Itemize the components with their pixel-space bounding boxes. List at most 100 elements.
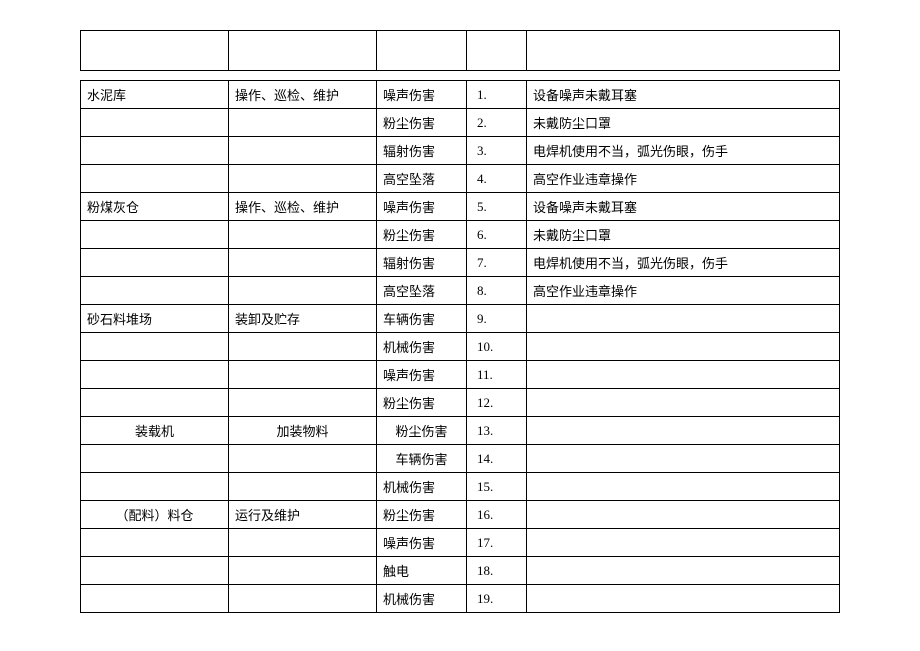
header-row bbox=[81, 31, 840, 71]
header-cell bbox=[81, 31, 229, 71]
cell-num: 9. bbox=[467, 305, 527, 333]
cell-num: 8. bbox=[467, 277, 527, 305]
cell-loc bbox=[81, 557, 229, 585]
header-cell bbox=[527, 31, 840, 71]
cell-desc bbox=[527, 501, 840, 529]
cell-desc: 未戴防尘口罩 bbox=[527, 109, 840, 137]
cell-act bbox=[229, 249, 377, 277]
cell-loc bbox=[81, 473, 229, 501]
cell-haz: 噪声伤害 bbox=[377, 361, 467, 389]
cell-loc bbox=[81, 249, 229, 277]
cell-act bbox=[229, 333, 377, 361]
cell-haz: 粉尘伤害 bbox=[377, 417, 467, 445]
cell-desc bbox=[527, 585, 840, 613]
cell-num: 3. bbox=[467, 137, 527, 165]
cell-num: 2. bbox=[467, 109, 527, 137]
cell-loc: 装载机 bbox=[81, 417, 229, 445]
cell-loc: 水泥库 bbox=[81, 81, 229, 109]
cell-haz: 车辆伤害 bbox=[377, 445, 467, 473]
cell-loc bbox=[81, 529, 229, 557]
cell-act bbox=[229, 529, 377, 557]
cell-act bbox=[229, 277, 377, 305]
cell-haz: 噪声伤害 bbox=[377, 81, 467, 109]
table-row: 触电18. bbox=[81, 557, 840, 585]
cell-act bbox=[229, 445, 377, 473]
table-row: 车辆伤害14. bbox=[81, 445, 840, 473]
cell-desc: 高空作业违章操作 bbox=[527, 165, 840, 193]
cell-haz: 粉尘伤害 bbox=[377, 501, 467, 529]
cell-loc bbox=[81, 137, 229, 165]
cell-haz: 辐射伤害 bbox=[377, 137, 467, 165]
cell-num: 1. bbox=[467, 81, 527, 109]
cell-desc bbox=[527, 417, 840, 445]
table-row: 辐射伤害7.电焊机使用不当，弧光伤眼，伤手 bbox=[81, 249, 840, 277]
cell-loc bbox=[81, 445, 229, 473]
document-table-container: 水泥库操作、巡检、维护噪声伤害1.设备噪声未戴耳塞粉尘伤害2.未戴防尘口罩辐射伤… bbox=[80, 30, 840, 613]
table-row: 噪声伤害17. bbox=[81, 529, 840, 557]
table-row: 粉尘伤害12. bbox=[81, 389, 840, 417]
cell-desc bbox=[527, 473, 840, 501]
cell-desc bbox=[527, 333, 840, 361]
cell-loc bbox=[81, 389, 229, 417]
table-row: （配料）料仓运行及维护粉尘伤害16. bbox=[81, 501, 840, 529]
cell-act: 运行及维护 bbox=[229, 501, 377, 529]
cell-act bbox=[229, 361, 377, 389]
cell-loc: 粉煤灰仓 bbox=[81, 193, 229, 221]
table-row: 高空坠落4.高空作业违章操作 bbox=[81, 165, 840, 193]
cell-loc bbox=[81, 333, 229, 361]
cell-desc bbox=[527, 529, 840, 557]
cell-num: 11. bbox=[467, 361, 527, 389]
hazard-table: 水泥库操作、巡检、维护噪声伤害1.设备噪声未戴耳塞粉尘伤害2.未戴防尘口罩辐射伤… bbox=[80, 30, 840, 613]
cell-num: 7. bbox=[467, 249, 527, 277]
cell-loc: （配料）料仓 bbox=[81, 501, 229, 529]
cell-loc bbox=[81, 221, 229, 249]
table-row: 机械伤害10. bbox=[81, 333, 840, 361]
cell-num: 18. bbox=[467, 557, 527, 585]
table-row: 高空坠落8.高空作业违章操作 bbox=[81, 277, 840, 305]
cell-haz: 粉尘伤害 bbox=[377, 221, 467, 249]
cell-haz: 粉尘伤害 bbox=[377, 389, 467, 417]
table-row: 粉尘伤害6.未戴防尘口罩 bbox=[81, 221, 840, 249]
cell-haz: 辐射伤害 bbox=[377, 249, 467, 277]
table-row: 水泥库操作、巡检、维护噪声伤害1.设备噪声未戴耳塞 bbox=[81, 81, 840, 109]
cell-haz: 机械伤害 bbox=[377, 333, 467, 361]
cell-haz: 触电 bbox=[377, 557, 467, 585]
cell-num: 10. bbox=[467, 333, 527, 361]
header-cell bbox=[467, 31, 527, 71]
cell-loc bbox=[81, 109, 229, 137]
header-cell bbox=[229, 31, 377, 71]
cell-act: 操作、巡检、维护 bbox=[229, 193, 377, 221]
cell-act bbox=[229, 137, 377, 165]
cell-desc bbox=[527, 361, 840, 389]
cell-act: 加装物料 bbox=[229, 417, 377, 445]
cell-desc: 电焊机使用不当，弧光伤眼，伤手 bbox=[527, 137, 840, 165]
cell-num: 5. bbox=[467, 193, 527, 221]
cell-act bbox=[229, 221, 377, 249]
header-cell bbox=[377, 31, 467, 71]
cell-desc: 设备噪声未戴耳塞 bbox=[527, 193, 840, 221]
cell-act bbox=[229, 165, 377, 193]
cell-desc bbox=[527, 389, 840, 417]
cell-act bbox=[229, 557, 377, 585]
cell-haz: 车辆伤害 bbox=[377, 305, 467, 333]
cell-desc bbox=[527, 445, 840, 473]
table-row: 粉尘伤害2.未戴防尘口罩 bbox=[81, 109, 840, 137]
cell-haz: 高空坠落 bbox=[377, 277, 467, 305]
table-row: 辐射伤害3.电焊机使用不当，弧光伤眼，伤手 bbox=[81, 137, 840, 165]
cell-num: 15. bbox=[467, 473, 527, 501]
cell-num: 12. bbox=[467, 389, 527, 417]
cell-act: 装卸及贮存 bbox=[229, 305, 377, 333]
cell-num: 19. bbox=[467, 585, 527, 613]
cell-desc bbox=[527, 557, 840, 585]
cell-act bbox=[229, 109, 377, 137]
cell-num: 6. bbox=[467, 221, 527, 249]
table-row: 机械伤害15. bbox=[81, 473, 840, 501]
cell-desc: 未戴防尘口罩 bbox=[527, 221, 840, 249]
cell-loc bbox=[81, 165, 229, 193]
cell-haz: 高空坠落 bbox=[377, 165, 467, 193]
cell-haz: 机械伤害 bbox=[377, 473, 467, 501]
cell-num: 13. bbox=[467, 417, 527, 445]
cell-act: 操作、巡检、维护 bbox=[229, 81, 377, 109]
cell-num: 14. bbox=[467, 445, 527, 473]
gap-row bbox=[81, 71, 840, 81]
